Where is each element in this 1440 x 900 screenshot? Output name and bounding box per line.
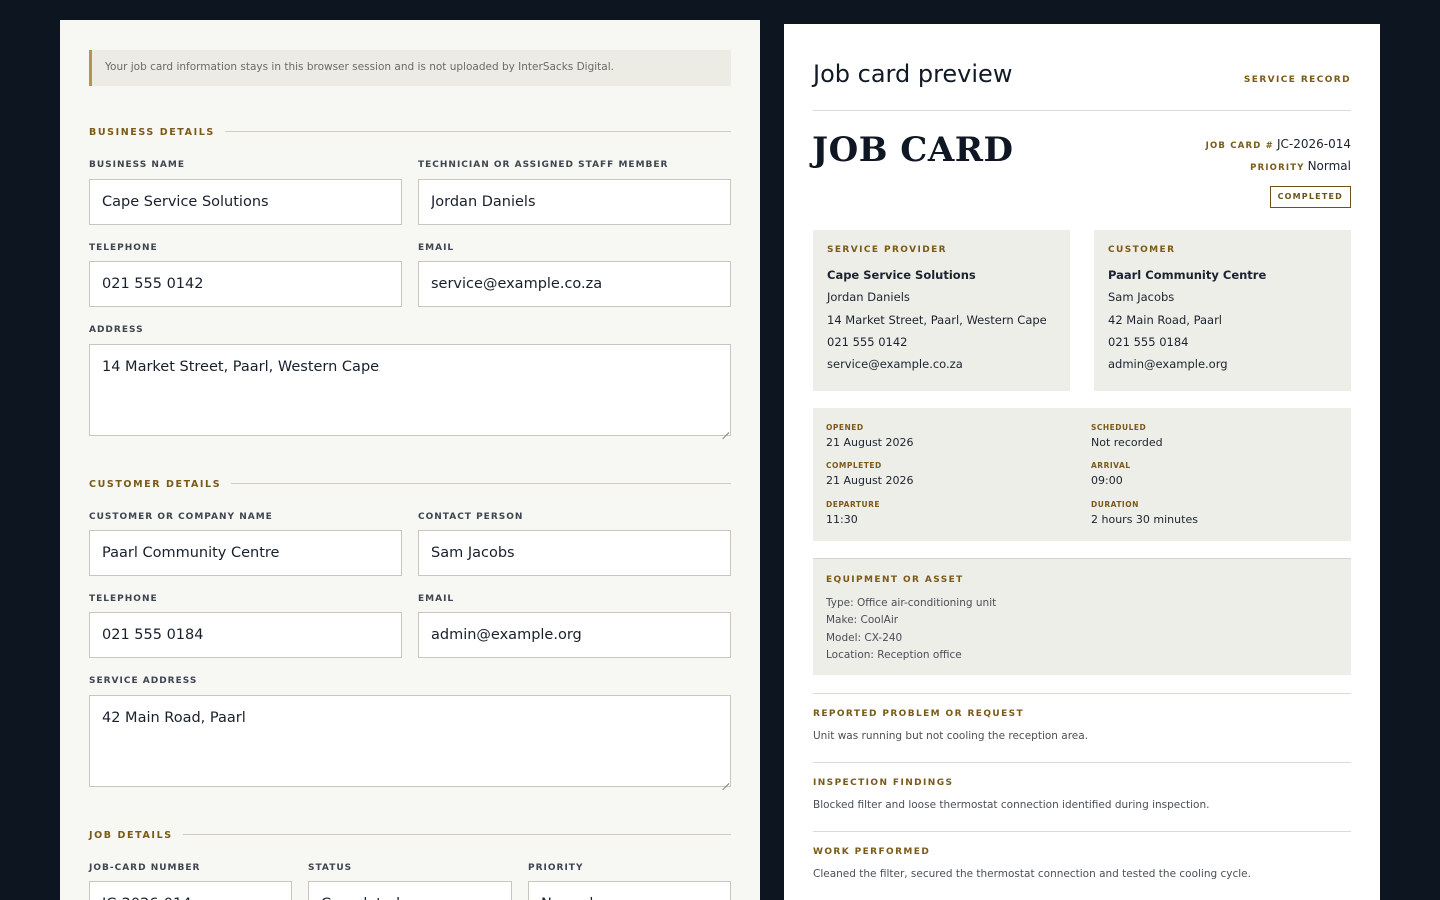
service-provider-label: SERVICE PROVIDER xyxy=(827,245,947,255)
preview-title: Job card preview xyxy=(813,60,1013,88)
section-divider xyxy=(217,131,731,132)
customer-telephone-label: TELEPHONE xyxy=(89,594,158,604)
provider-address: 14 Market Street, Paarl, Western Cape xyxy=(827,313,1047,327)
arrival-value: 09:00 xyxy=(1091,474,1123,487)
customer-name: Paarl Community Centre xyxy=(1108,268,1267,282)
provider-email: service@example.co.za xyxy=(827,357,963,371)
provider-technician: Jordan Daniels xyxy=(827,290,910,304)
duration-label: DURATION xyxy=(1091,500,1139,509)
inspection-findings-text: Blocked filter and loose thermostat conn… xyxy=(813,799,1210,811)
work-performed-label: WORK PERFORMED xyxy=(813,847,931,857)
privacy-notice: Your job card information stays in this … xyxy=(89,50,731,86)
customer-email-label: EMAIL xyxy=(418,594,455,604)
scheduled-label: SCHEDULED xyxy=(1091,423,1147,432)
opened-label: OPENED xyxy=(826,423,864,432)
status-select[interactable] xyxy=(308,881,512,900)
resize-handle-icon[interactable] xyxy=(721,777,729,785)
customer-phone: 021 555 0184 xyxy=(1108,335,1189,349)
job-priority: PRIORITY Normal xyxy=(1250,159,1351,173)
customer-name-input[interactable] xyxy=(89,530,402,576)
business-address-textarea[interactable]: 14 Market Street, Paarl, Western Cape xyxy=(89,344,731,436)
customer-address: 42 Main Road, Paarl xyxy=(1108,313,1223,327)
job-dates-card: OPENED 21 August 2026 SCHEDULED Not reco… xyxy=(813,408,1351,541)
service-address-textarea[interactable]: 42 Main Road, Paarl xyxy=(89,695,731,787)
equipment-label: EQUIPMENT OR ASSET xyxy=(826,575,964,585)
completed-label: COMPLETED xyxy=(826,461,882,470)
completed-value: 21 August 2026 xyxy=(826,474,914,487)
resize-handle-icon[interactable] xyxy=(721,426,729,434)
equipment-model: Model: CX-240 xyxy=(826,632,903,644)
business-email-input[interactable] xyxy=(418,261,731,307)
job-card-heading: JOB CARD xyxy=(812,130,1014,170)
business-telephone-input[interactable] xyxy=(89,261,402,307)
arrival-label: ARRIVAL xyxy=(1091,461,1131,470)
business-address-label: ADDRESS xyxy=(89,325,144,335)
preview-divider xyxy=(813,831,1351,832)
job-card-preview: Job card preview SERVICE RECORD JOB CARD… xyxy=(784,24,1380,900)
job-number-input[interactable] xyxy=(89,881,292,900)
reported-problem-text: Unit was running but not cooling the rec… xyxy=(813,730,1089,742)
business-details-heading: BUSINESS DETAILS xyxy=(89,127,731,141)
provider-phone: 021 555 0142 xyxy=(827,335,908,349)
job-details-heading: JOB DETAILS xyxy=(89,830,731,844)
opened-value: 21 August 2026 xyxy=(826,436,914,449)
inspection-findings-label: INSPECTION FINDINGS xyxy=(813,778,954,788)
status-label: STATUS xyxy=(308,863,353,873)
technician-input[interactable] xyxy=(418,179,731,225)
equipment-location: Location: Reception office xyxy=(826,649,962,661)
reported-problem-label: REPORTED PROBLEM OR REQUEST xyxy=(813,709,1025,719)
duration-value: 2 hours 30 minutes xyxy=(1091,513,1198,526)
job-card-form: Your job card information stays in this … xyxy=(60,20,760,900)
business-name-label: BUSINESS NAME xyxy=(89,160,185,170)
job-number-label: JOB-CARD NUMBER xyxy=(89,863,201,873)
status-badge: COMPLETED xyxy=(1269,186,1351,208)
section-divider xyxy=(181,834,731,835)
customer-telephone-input[interactable] xyxy=(89,612,402,658)
service-address-label: SERVICE ADDRESS xyxy=(89,676,198,686)
customer-email-input[interactable] xyxy=(418,612,731,658)
preview-divider xyxy=(813,110,1351,111)
departure-label: DEPARTURE xyxy=(826,500,881,509)
priority-label: PRIORITY xyxy=(528,863,584,873)
technician-label: TECHNICIAN OR ASSIGNED STAFF MEMBER xyxy=(418,160,669,170)
customer-label: CUSTOMER xyxy=(1108,245,1176,255)
scheduled-value: Not recorded xyxy=(1091,436,1163,449)
equipment-type: Type: Office air-conditioning unit xyxy=(826,597,997,609)
business-name-input[interactable] xyxy=(89,179,402,225)
contact-person-input[interactable] xyxy=(418,530,731,576)
equipment-make: Make: CoolAir xyxy=(826,614,899,626)
customer-email: admin@example.org xyxy=(1108,357,1228,371)
job-card-number: JOB CARD # JC-2026-014 xyxy=(1205,137,1351,151)
contact-person-label: CONTACT PERSON xyxy=(418,512,524,522)
work-performed-text: Cleaned the filter, secured the thermost… xyxy=(813,868,1251,880)
provider-name: Cape Service Solutions xyxy=(827,268,976,282)
customer-details-heading: CUSTOMER DETAILS xyxy=(89,479,731,493)
departure-value: 11:30 xyxy=(826,513,858,526)
section-divider xyxy=(223,483,731,484)
business-email-label: EMAIL xyxy=(418,243,455,253)
priority-select[interactable] xyxy=(528,881,731,900)
preview-divider xyxy=(813,762,1351,763)
preview-divider xyxy=(813,693,1351,694)
customer-card: CUSTOMER Paarl Community Centre Sam Jaco… xyxy=(1094,230,1351,391)
equipment-card: EQUIPMENT OR ASSET Type: Office air-cond… xyxy=(813,558,1351,675)
service-record-label: SERVICE RECORD xyxy=(1243,75,1351,85)
customer-name-label: CUSTOMER OR COMPANY NAME xyxy=(89,512,273,522)
business-telephone-label: TELEPHONE xyxy=(89,243,158,253)
service-provider-card: SERVICE PROVIDER Cape Service Solutions … xyxy=(813,230,1070,391)
customer-contact: Sam Jacobs xyxy=(1108,290,1175,304)
